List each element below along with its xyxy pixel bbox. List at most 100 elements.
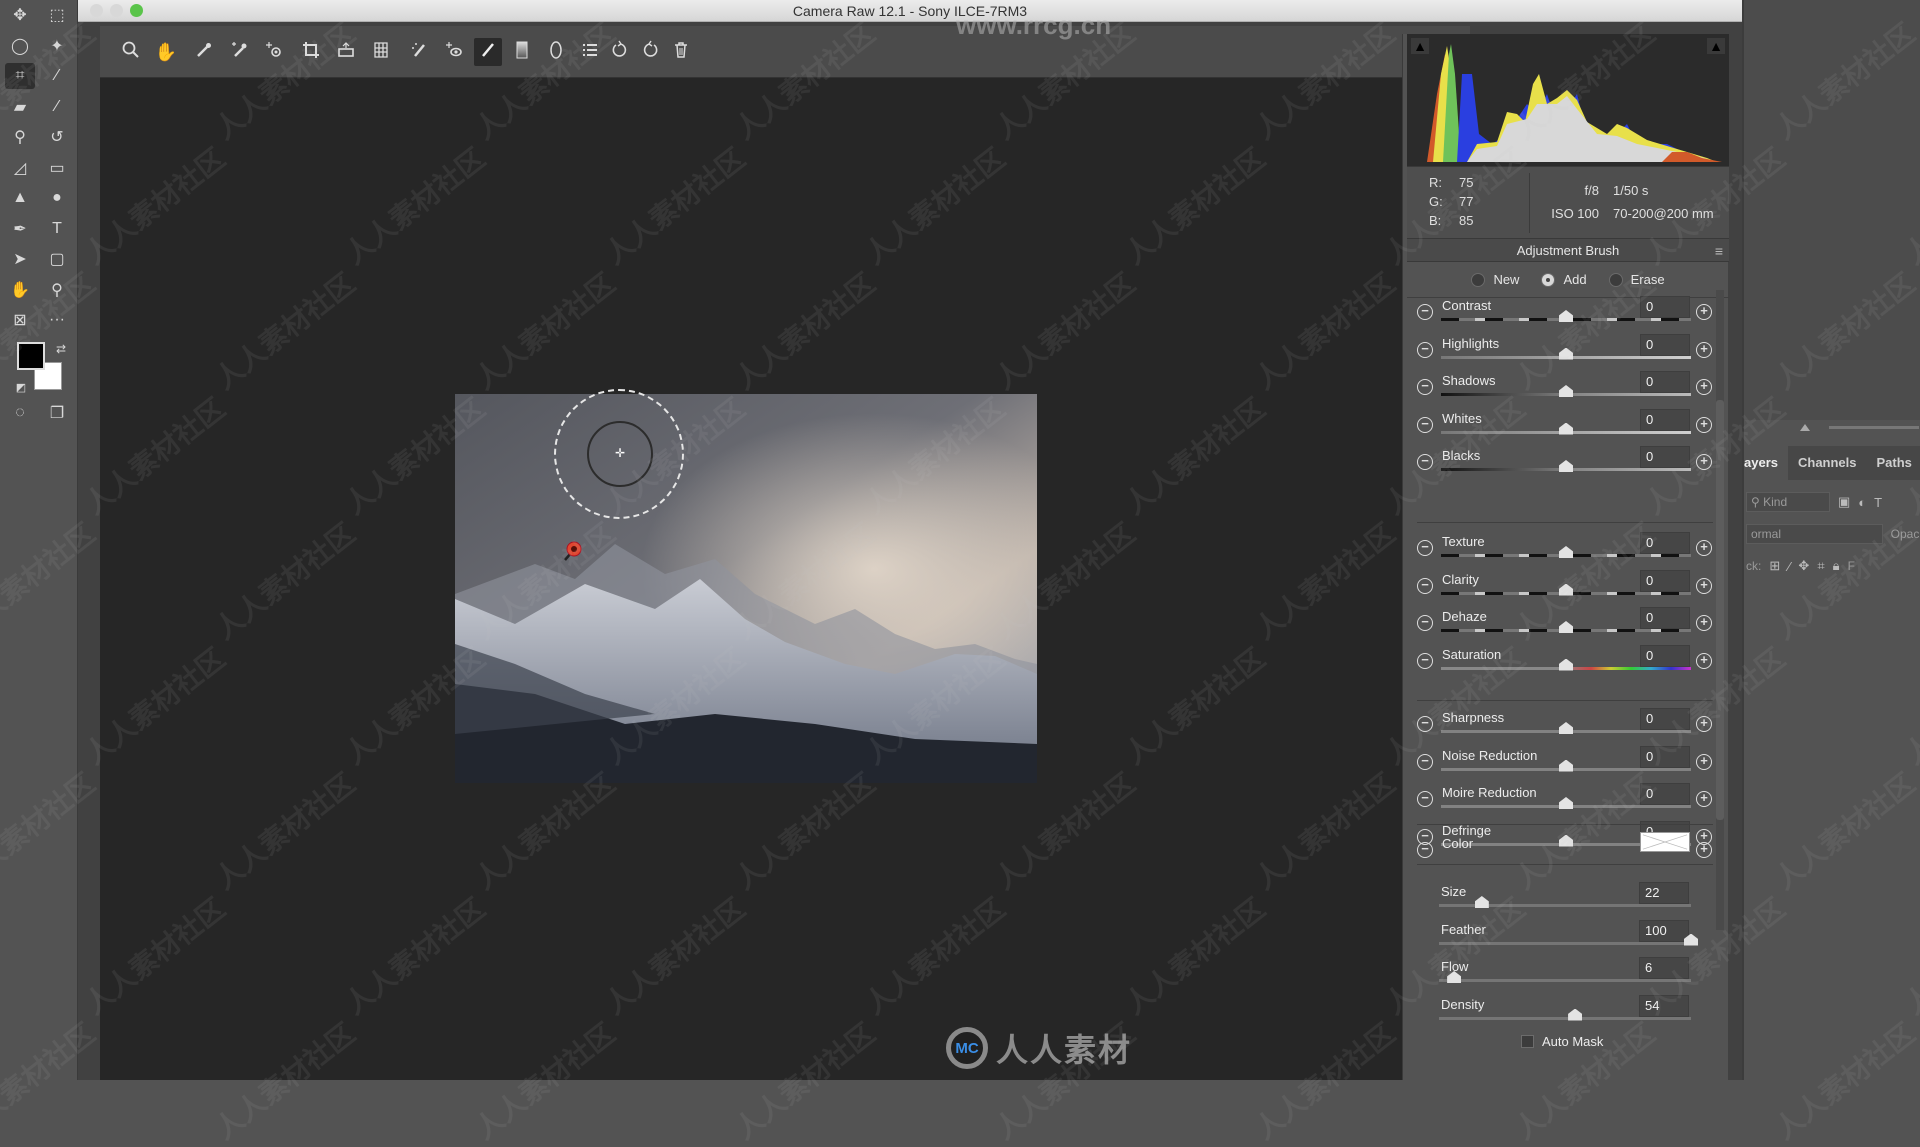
saturation-slider-thumb[interactable] — [1559, 659, 1573, 671]
zoom-tool-button[interactable] — [117, 38, 145, 66]
flow-slider-track[interactable] — [1439, 979, 1691, 982]
noise-reduction-increase-icon[interactable]: + — [1696, 754, 1712, 770]
graduated-filter-tool-button[interactable] — [508, 38, 536, 66]
noise-reduction-value-field[interactable]: 0 — [1640, 746, 1690, 768]
size-slider-thumb[interactable] — [1475, 896, 1489, 908]
crop-tool-button[interactable]: ⌗ — [5, 63, 35, 89]
image-filter-icon[interactable]: ▣ — [1838, 494, 1850, 510]
rotate-right-button[interactable] — [636, 38, 664, 66]
adjustment-filter-icon[interactable]: ◐ — [1858, 495, 1866, 510]
shadows-decrease-icon[interactable]: − — [1417, 379, 1433, 395]
preview-canvas[interactable]: ✛ — [100, 78, 1470, 1080]
maximize-window-button[interactable] — [130, 4, 143, 17]
tab-paths[interactable]: Paths — [1867, 446, 1920, 480]
blend-mode-select[interactable]: ormal — [1746, 524, 1883, 544]
clarity-slider-thumb[interactable] — [1559, 584, 1573, 596]
sharpness-slider-thumb[interactable] — [1559, 722, 1573, 734]
texture-value-field[interactable]: 0 — [1640, 532, 1690, 554]
contrast-slider-thumb[interactable] — [1559, 310, 1573, 322]
zoom-tool-button[interactable]: ⚲ — [42, 277, 72, 303]
shape-tool-button[interactable]: ▢ — [42, 246, 72, 272]
sharpness-decrease-icon[interactable]: − — [1417, 716, 1433, 732]
photo-preview[interactable] — [455, 394, 1037, 783]
flow-value-field[interactable]: 6 — [1639, 957, 1689, 979]
panel-menu-icon[interactable]: ≡ — [1715, 239, 1723, 263]
quick-mask-button[interactable]: ◌ — [5, 400, 35, 426]
feather-slider-track[interactable] — [1439, 942, 1691, 945]
move-tool-button[interactable]: ✥ — [5, 2, 35, 28]
shadows-value-field[interactable]: 0 — [1640, 371, 1690, 393]
highlights-increase-icon[interactable]: + — [1696, 342, 1712, 358]
whites-increase-icon[interactable]: + — [1696, 417, 1712, 433]
healing-brush-tool-button[interactable]: ▰ — [5, 94, 35, 120]
texture-increase-icon[interactable]: + — [1696, 540, 1712, 556]
color-swatch[interactable] — [1640, 832, 1690, 852]
targeted-adjustment-tool-button[interactable] — [260, 38, 288, 66]
dehaze-increase-icon[interactable]: + — [1696, 615, 1712, 631]
whites-decrease-icon[interactable]: − — [1417, 417, 1433, 433]
eraser-tool-button[interactable]: ◿ — [5, 155, 35, 181]
density-value-field[interactable]: 54 — [1639, 995, 1689, 1017]
lock-position-icon[interactable]: ✥ — [1798, 558, 1809, 574]
mode-add-radio[interactable]: Add — [1541, 272, 1586, 287]
lock-all-icon[interactable]: 🔒︎ — [1833, 558, 1840, 574]
saturation-increase-icon[interactable]: + — [1696, 653, 1712, 669]
shadows-increase-icon[interactable]: + — [1696, 379, 1712, 395]
hand-tool-button[interactable]: ✋ — [5, 277, 35, 303]
dehaze-slider-thumb[interactable] — [1559, 621, 1573, 633]
saturation-decrease-icon[interactable]: − — [1417, 653, 1433, 669]
magic-wand-tool-button[interactable]: ✦ — [42, 33, 72, 59]
auto-mask-checkbox[interactable]: Auto Mask — [1521, 1034, 1603, 1049]
path-selection-tool-button[interactable]: ➤ — [5, 246, 35, 272]
hand-tool-button[interactable]: ✋ — [152, 38, 180, 66]
sharpness-value-field[interactable]: 0 — [1640, 708, 1690, 730]
blacks-slider-thumb[interactable] — [1559, 460, 1573, 472]
mode-erase-radio[interactable]: Erase — [1609, 272, 1665, 287]
whites-slider-thumb[interactable] — [1559, 423, 1573, 435]
dodge-tool-button[interactable]: ● — [42, 185, 72, 211]
type-filter-icon[interactable]: T — [1874, 495, 1882, 510]
mode-new-radio[interactable]: New — [1471, 272, 1519, 287]
highlights-decrease-icon[interactable]: − — [1417, 342, 1433, 358]
history-brush-tool-button[interactable]: ↺ — [42, 124, 72, 150]
contrast-increase-icon[interactable]: + — [1696, 304, 1712, 320]
highlights-value-field[interactable]: 0 — [1640, 334, 1690, 356]
size-value-field[interactable]: 22 — [1639, 882, 1689, 904]
saturation-value-field[interactable]: 0 — [1640, 645, 1690, 667]
pen-tool-button[interactable]: ✒ — [5, 216, 35, 242]
swap-colors-icon[interactable]: ⇄ — [46, 336, 76, 362]
radial-filter-tool-button[interactable] — [542, 38, 570, 66]
clarity-increase-icon[interactable]: + — [1696, 578, 1712, 594]
whites-value-field[interactable]: 0 — [1640, 409, 1690, 431]
scrollbar-thumb[interactable] — [1716, 400, 1724, 820]
color-decrease-icon[interactable]: − — [1417, 842, 1433, 858]
adjustment-brush-tool-button[interactable] — [474, 38, 502, 66]
default-colors-icon[interactable]: ◩ — [6, 374, 36, 400]
red-eye-tool-button[interactable] — [440, 38, 468, 66]
eyedropper-tool-button[interactable]: ⁄ — [42, 63, 72, 89]
preferences-button[interactable] — [576, 38, 604, 66]
clarity-decrease-icon[interactable]: − — [1417, 578, 1433, 594]
highlights-slider-thumb[interactable] — [1559, 348, 1573, 360]
close-window-button[interactable] — [90, 4, 103, 17]
moire-reduction-value-field[interactable]: 0 — [1640, 783, 1690, 805]
contrast-value-field[interactable]: 0 — [1640, 296, 1690, 318]
tab-channels[interactable]: Channels — [1788, 446, 1867, 480]
brush-tool-button[interactable]: ⁄ — [42, 94, 72, 120]
adjustment-pin[interactable] — [562, 540, 584, 562]
rotate-left-button[interactable] — [606, 38, 634, 66]
noise-reduction-decrease-icon[interactable]: − — [1417, 754, 1433, 770]
more-tools-button[interactable]: ··· — [42, 307, 72, 333]
minimize-window-button[interactable] — [110, 4, 123, 17]
gradient-tool-button[interactable]: ▭ — [42, 155, 72, 181]
frame-tool-button[interactable]: ⊠ — [5, 307, 35, 333]
spot-removal-tool-button[interactable] — [405, 38, 433, 66]
moire-reduction-increase-icon[interactable]: + — [1696, 791, 1712, 807]
panel-slider-thumb[interactable] — [1800, 424, 1810, 431]
lock-paint-icon[interactable]: ⁄ — [1788, 559, 1790, 574]
moire-reduction-slider-thumb[interactable] — [1559, 797, 1573, 809]
density-slider-track[interactable] — [1439, 1017, 1691, 1020]
texture-slider-thumb[interactable] — [1559, 546, 1573, 558]
crop-tool-button[interactable] — [297, 38, 325, 66]
dehaze-value-field[interactable]: 0 — [1640, 607, 1690, 629]
